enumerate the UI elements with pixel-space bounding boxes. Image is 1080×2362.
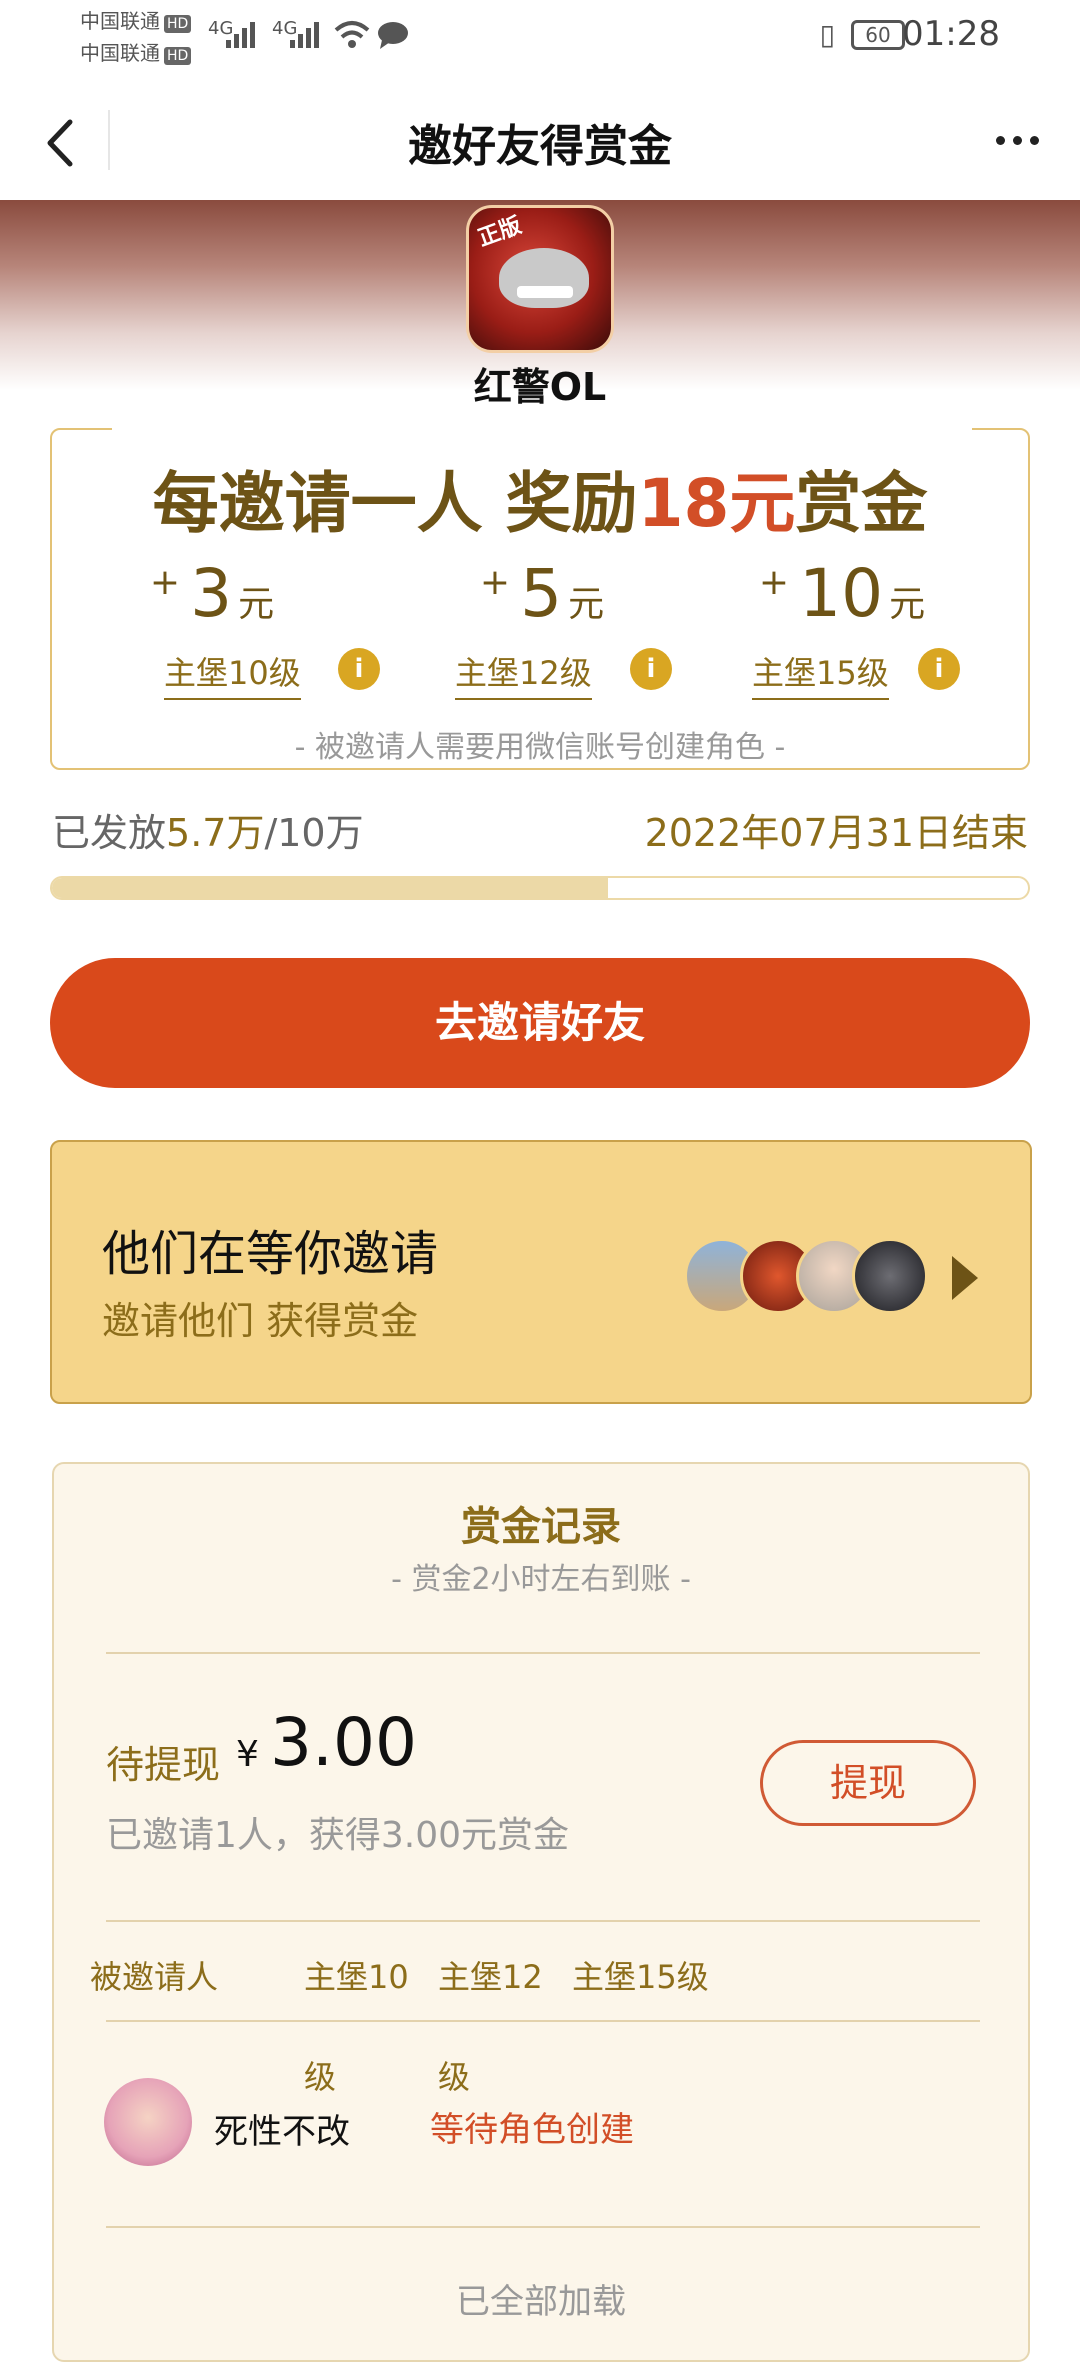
more-dot-icon <box>1012 136 1022 145</box>
issued-value: 5.7万 <box>166 811 265 855</box>
divider <box>106 2226 980 2228</box>
tier-plus: + <box>479 562 511 603</box>
carrier-2-label: 中国联通 <box>80 41 160 65</box>
headline-amount: 18元 <box>637 465 796 542</box>
invite-friends-button[interactable]: 去邀请好友 <box>50 958 1030 1088</box>
waiting-title: 他们在等你邀请 <box>102 1226 439 1282</box>
vibrate-icon: ▯ <box>819 18 835 51</box>
hd-badge-1: HD <box>164 15 192 33</box>
info-icon[interactable]: i <box>338 648 380 690</box>
deadline: 2022年07月31日结束 <box>644 811 1028 855</box>
reward-note: - 被邀请人需要用微信账号创建角色 - <box>294 730 786 765</box>
header-level-10: 主堡10 <box>304 1958 409 1996</box>
progress-fill <box>52 878 609 898</box>
waiting-invite-card[interactable]: 他们在等你邀请 邀请他们 获得赏金 <box>50 1140 1032 1404</box>
tier-unit: 元 <box>568 584 605 625</box>
tier-amount: 3 <box>190 555 233 632</box>
header-invitee: 被邀请人 <box>90 1958 219 1996</box>
page-title: 邀好友得赏金 <box>408 121 672 172</box>
tier-unit: 元 <box>889 584 926 625</box>
battery-indicator: 60 <box>851 20 905 50</box>
issued-count: 已发放5.7万/10万 <box>52 802 364 857</box>
game-name: 红警OL <box>473 365 607 409</box>
avatar <box>104 2078 192 2166</box>
game-icon: 正版 <box>466 205 614 353</box>
signal-icon-1 <box>226 22 255 48</box>
more-dot-icon <box>995 136 1005 145</box>
all-loaded-label: 已全部加载 <box>456 2282 626 2322</box>
header-level-15: 主堡15级 <box>572 1958 709 1996</box>
divider <box>106 1652 980 1654</box>
carrier-2: 中国联通 HD <box>80 40 192 66</box>
clock: 01:28 <box>902 14 1000 54</box>
headline-post: 赏金 <box>795 465 928 542</box>
avatar <box>852 1238 928 1314</box>
tier-plus: + <box>758 562 790 603</box>
pending-amount: 3.00 <box>270 1704 417 1781</box>
divider <box>106 2020 980 2022</box>
issued-total: /10万 <box>264 811 364 855</box>
play-arrow-icon <box>952 1256 978 1300</box>
issued-label: 已发放 <box>52 811 167 855</box>
invitee-status: 等待角色创建 <box>430 2110 634 2150</box>
tier-3: +10 元 <box>727 555 957 632</box>
more-button[interactable] <box>982 110 1052 170</box>
game-icon-tag: 正版 <box>474 213 525 252</box>
record-title: 赏金记录 <box>461 1504 621 1550</box>
carrier-1-label: 中国联通 <box>80 9 160 33</box>
info-icon[interactable]: i <box>630 648 672 690</box>
carrier-1: 中国联通 HD <box>80 8 192 34</box>
tier-2: +5 元 <box>427 555 657 632</box>
message-icon <box>378 22 408 49</box>
tier-amount: 5 <box>520 555 563 632</box>
waiting-subtitle: 邀请他们 获得赏金 <box>102 1299 419 1343</box>
headline-pre: 每邀请一人 奖励 <box>152 465 638 542</box>
invitee-name: 死性不改 <box>214 2112 350 2152</box>
shark-emblem-icon <box>499 248 589 308</box>
tier-plus: + <box>149 562 181 603</box>
signal-icon-2 <box>290 22 319 48</box>
nav-bar: 邀好友得赏金 <box>0 80 1080 200</box>
header-overflow-10: 级 <box>304 2058 337 2096</box>
card-border-gap <box>112 426 972 432</box>
invite-summary: 已邀请1人，获得3.00元赏金 <box>106 1815 570 1856</box>
tier-amount: 10 <box>799 555 884 632</box>
tier-unit: 元 <box>238 584 275 625</box>
reward-card: 每邀请一人 奖励18元赏金 +3 元 +5 元 +10 元 主堡10级 i 主堡12级… <box>50 426 1030 770</box>
status-bar: 中国联通 HD 中国联通 HD 4G 4G ▯ 60 01:28 <box>0 0 1080 80</box>
bounty-record-card: 赏金记录 - 赏金2小时左右到账 - 待提现 ¥ 3.00 已邀请1人，获得3.… <box>52 1462 1030 2362</box>
more-dot-icon <box>1029 136 1039 145</box>
withdraw-button[interactable]: 提现 <box>760 1740 976 1826</box>
header-level-12: 主堡12 <box>438 1958 543 1996</box>
divider <box>106 1920 980 1922</box>
currency-symbol: ¥ <box>236 1734 259 1775</box>
record-subtitle: - 赏金2小时左右到账 - <box>391 1562 691 1597</box>
reward-headline: 每邀请一人 奖励18元赏金 <box>52 450 1028 546</box>
tier-2-label[interactable]: 主堡12级 <box>455 648 592 700</box>
hd-badge-2: HD <box>164 47 192 65</box>
progress-bar <box>50 876 1030 900</box>
pending-label: 待提现 <box>106 1743 221 1787</box>
tier-1: +3 元 <box>97 555 327 632</box>
wifi-icon <box>334 21 370 48</box>
info-icon[interactable]: i <box>918 648 960 690</box>
header-overflow-12: 级 <box>438 2058 471 2096</box>
tier-1-label[interactable]: 主堡10级 <box>164 648 301 700</box>
tier-3-label[interactable]: 主堡15级 <box>752 648 889 700</box>
friend-avatars <box>684 1238 944 1314</box>
